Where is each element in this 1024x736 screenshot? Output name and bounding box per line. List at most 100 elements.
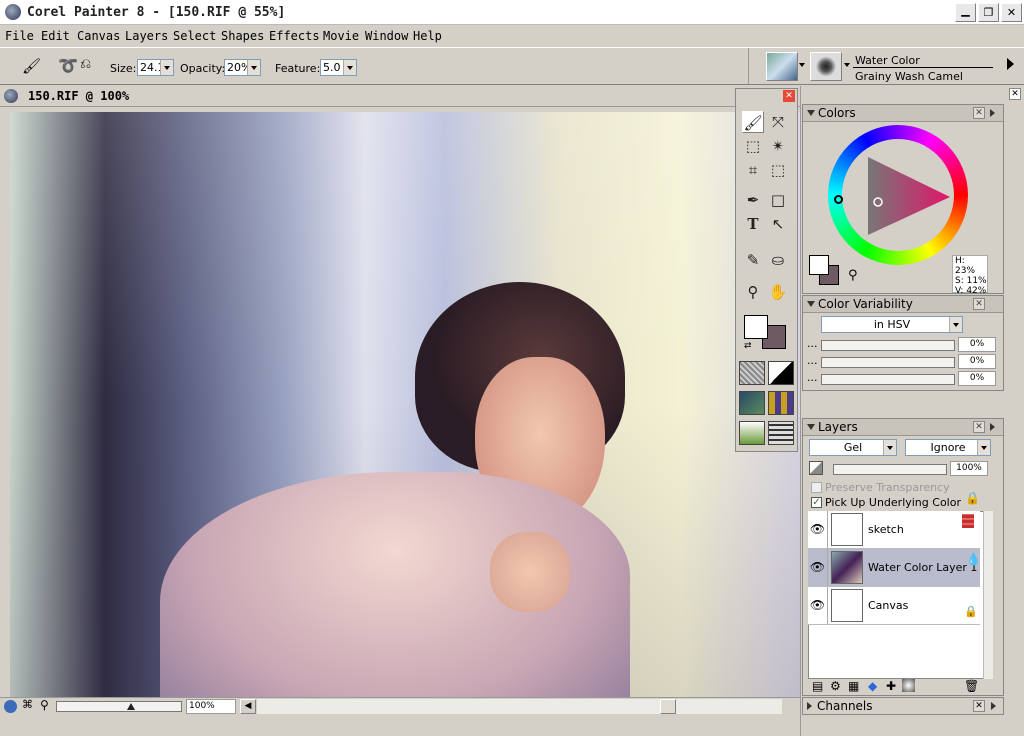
hue-variability-slider[interactable] [821, 340, 955, 351]
layers-menu-arrow[interactable] [990, 423, 995, 431]
menu-help[interactable]: Help [413, 29, 442, 43]
hscroll-thumb[interactable] [660, 699, 676, 714]
shape-selection-tool[interactable]: ↖ [767, 213, 789, 235]
dynamic-plugins-icon[interactable]: ⚙ [830, 679, 841, 693]
colors-menu-arrow[interactable] [990, 109, 995, 117]
hscroll-left-button[interactable]: ◀ [240, 699, 256, 714]
nozzle-selector[interactable] [768, 421, 794, 445]
dock-close-button[interactable]: ✕ [1009, 88, 1021, 100]
brush-bar-expand-arrow[interactable] [1007, 58, 1014, 70]
restore-button[interactable]: ❐ [978, 3, 999, 22]
lock-icon[interactable]: 🔒 [965, 491, 980, 505]
menu-select[interactable]: Select [173, 29, 216, 43]
color-wheel[interactable] [828, 125, 968, 265]
brush-category-icon[interactable] [766, 52, 798, 81]
menu-effects[interactable]: Effects [269, 29, 320, 43]
channels-close-button[interactable]: ✕ [973, 700, 985, 712]
layer-adjuster-tool[interactable]: ⤧ [767, 111, 789, 133]
colors-main-swatch[interactable] [809, 255, 829, 275]
channels-palette[interactable]: Channels ✕ [802, 697, 1004, 715]
layer-opacity-value[interactable]: 100% [950, 461, 988, 476]
saturation-variability-value[interactable]: 0% [958, 354, 996, 369]
menu-window[interactable]: Window [365, 29, 408, 43]
create-mask-icon[interactable] [902, 679, 915, 692]
saturation-variability-slider[interactable] [821, 357, 955, 368]
eye-icon[interactable]: 👁 [808, 511, 828, 548]
pattern-selector[interactable] [739, 391, 765, 415]
trash-icon[interactable]: 🗑 [964, 679, 979, 693]
eye-icon[interactable]: 👁 [808, 587, 828, 624]
pick-up-underlying-checkbox[interactable]: ✓ [811, 497, 822, 508]
menu-edit[interactable]: Edit [41, 29, 70, 43]
magnifier-tool-icon[interactable]: ⚲ [742, 281, 764, 303]
hand-icon[interactable]: ✋ [767, 281, 789, 303]
composite-method-dropdown[interactable]: Gel [809, 439, 897, 456]
toolbox-main-color[interactable] [744, 315, 768, 339]
layer-effects-icon[interactable]: ✚ [886, 679, 896, 693]
layer-opacity-slider[interactable] [833, 464, 947, 475]
brush-variant-name[interactable]: Grainy Wash Camel [855, 70, 963, 83]
layers-header[interactable]: Layers ✕ [803, 419, 1003, 436]
zoom-slider[interactable] [56, 701, 182, 712]
layer-row[interactable]: 👁 sketch [808, 511, 980, 549]
swap-colors-icon[interactable]: ⇄ [744, 341, 752, 351]
category-dropdown-arrow[interactable] [799, 63, 805, 67]
reset-tool-icon[interactable]: ⎌ [80, 56, 91, 72]
value-variability-value[interactable]: 0% [958, 371, 996, 386]
variability-mode-dropdown[interactable]: in HSV [821, 316, 963, 333]
binoculars-icon[interactable]: ⌘ [22, 698, 33, 711]
brush-tool[interactable]: 🖌 [742, 111, 764, 133]
clone-color-icon[interactable]: ⚲ [848, 268, 858, 283]
menu-movie[interactable]: Movie [323, 29, 359, 43]
zoom-field[interactable]: 100% [186, 699, 236, 714]
globe-icon[interactable] [4, 700, 17, 713]
eye-icon[interactable]: 👁 [808, 549, 828, 586]
composite-depth-dropdown[interactable]: Ignore [905, 439, 991, 456]
layer-commands-icon[interactable]: ▤ [812, 679, 823, 693]
eyedropper-icon[interactable]: ✎ [742, 249, 764, 271]
saturation-value-triangle[interactable] [828, 125, 968, 265]
menu-layers[interactable]: Layers [125, 29, 168, 43]
close-button[interactable]: ✕ [1001, 3, 1022, 22]
selection-adjuster-tool[interactable]: ⬚ [767, 159, 789, 181]
layer-row[interactable]: 👁 Canvas 🔒 [808, 587, 980, 625]
gradient-selector[interactable] [768, 361, 794, 385]
minimize-button[interactable]: ▁ [955, 3, 976, 22]
menu-shapes[interactable]: Shapes [221, 29, 264, 43]
magnifier-icon[interactable]: ⚲ [40, 698, 49, 712]
paint-bucket-icon[interactable]: ⛀ [767, 249, 789, 271]
brush-variant-icon[interactable] [810, 52, 842, 81]
hscroll-track[interactable] [257, 699, 782, 714]
size-field[interactable]: 24.1 [137, 59, 174, 76]
magic-wand-tool[interactable]: ✴ [767, 135, 789, 157]
rectangle-shape-tool[interactable]: □ [767, 189, 789, 211]
menu-canvas[interactable]: Canvas [77, 29, 120, 43]
look-selector[interactable] [739, 421, 765, 445]
pen-tool[interactable]: ✒ [742, 189, 764, 211]
opacity-field[interactable]: 20% [224, 59, 261, 76]
crop-tool[interactable]: ⌗ [742, 159, 764, 181]
layer-row-selected[interactable]: 👁 Water Color Layer 1 💧 [808, 549, 981, 587]
paper-selector[interactable] [739, 361, 765, 385]
colors-close-button[interactable]: ✕ [973, 107, 985, 119]
color-variability-header[interactable]: Color Variability ✕ [803, 296, 1003, 313]
new-layer-icon[interactable]: ◆ [868, 679, 877, 693]
lasso-icon[interactable]: ➰ [58, 56, 78, 75]
weaving-selector[interactable] [768, 391, 794, 415]
toolbox-close-button[interactable]: ✕ [783, 90, 795, 102]
preserve-transparency-checkbox[interactable] [811, 482, 822, 493]
brush-category-name[interactable]: Water Color [855, 54, 920, 67]
variant-dropdown-arrow[interactable] [844, 63, 850, 67]
value-variability-slider[interactable] [821, 374, 955, 385]
canvas[interactable] [10, 112, 800, 697]
layers-list-scrollbar[interactable] [983, 511, 993, 679]
layers-close-button[interactable]: ✕ [973, 421, 985, 433]
new-group-icon[interactable]: ▦ [848, 679, 859, 693]
text-tool[interactable]: T [742, 213, 764, 235]
colors-header[interactable]: Colors ✕ [803, 105, 1003, 122]
menu-file[interactable]: File [5, 29, 34, 43]
channels-expand-arrow[interactable] [807, 702, 812, 710]
brush-icon[interactable]: 🖌 [22, 57, 41, 75]
color-variability-close-button[interactable]: ✕ [973, 298, 985, 310]
hue-marker[interactable] [834, 195, 843, 204]
